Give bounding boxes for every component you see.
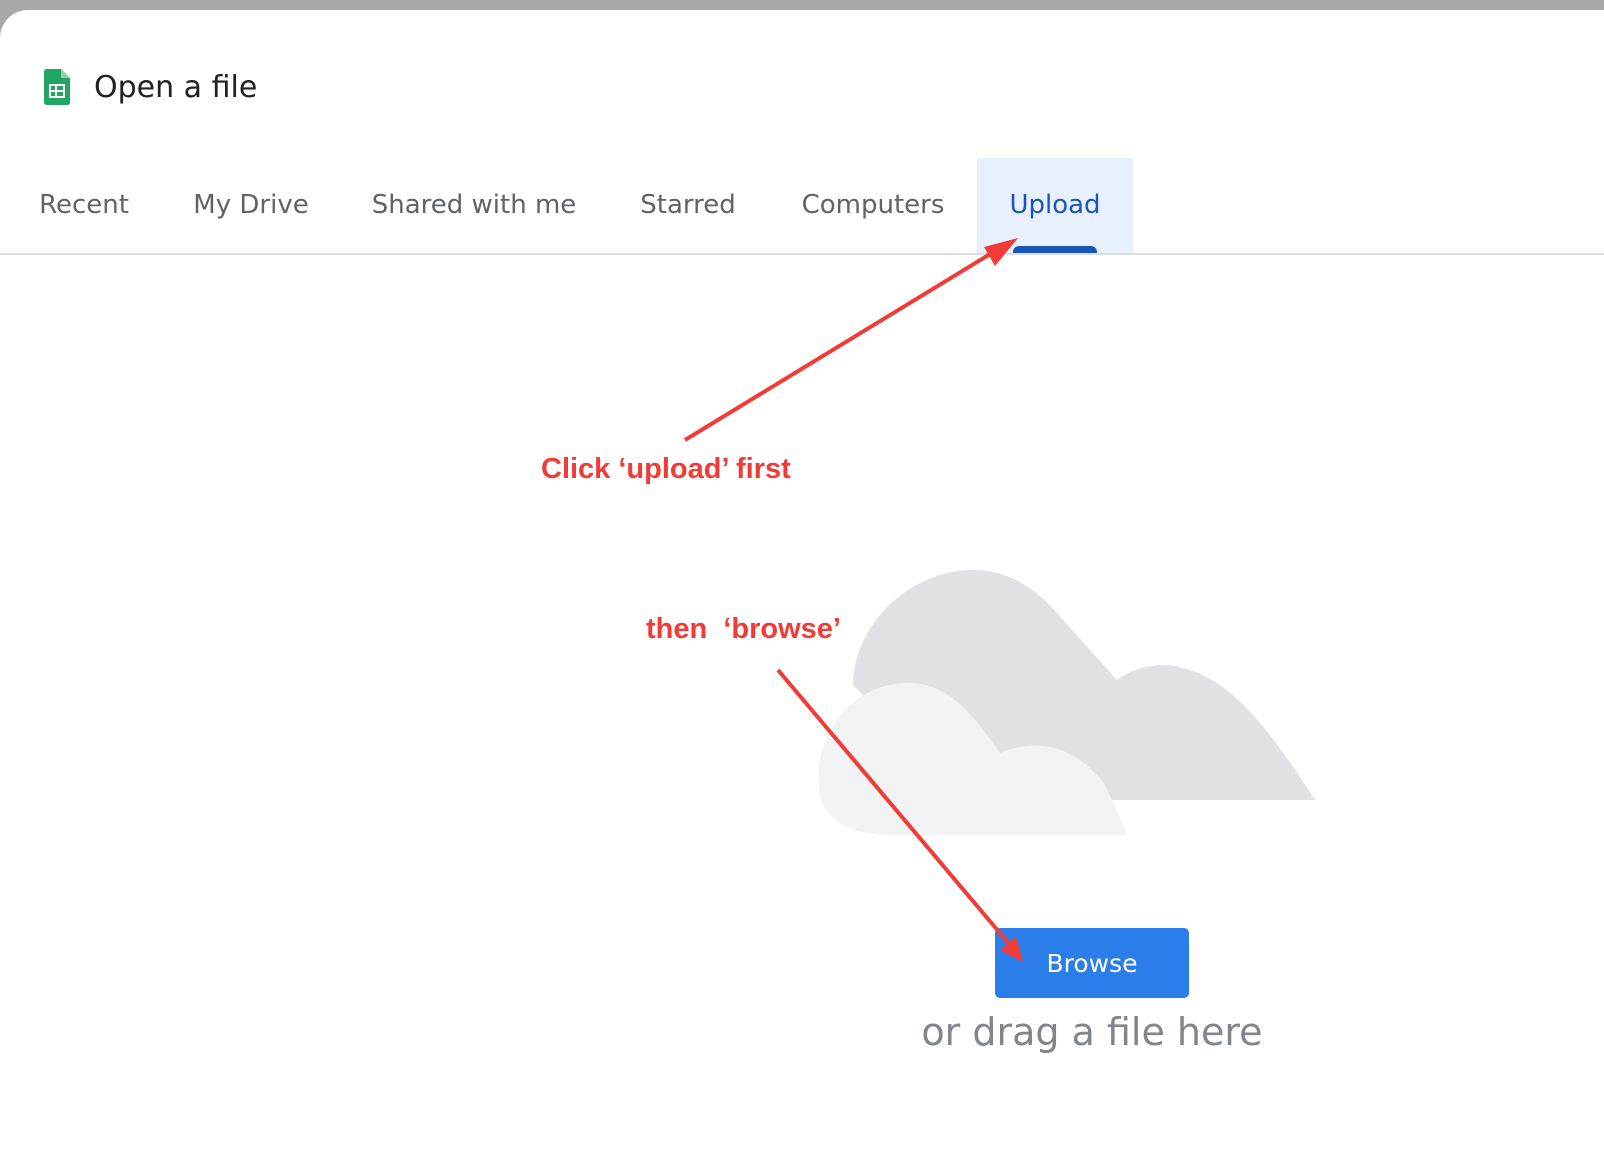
active-tab-indicator [1013,246,1097,253]
drag-drop-hint: or drag a file here [921,1010,1263,1054]
google-sheets-icon [44,69,70,105]
tab-upload[interactable]: Upload [977,158,1133,253]
tab-computers[interactable]: Computers [782,158,964,253]
cloud-illustration [818,570,1315,835]
tab-my-drive[interactable]: My Drive [176,158,326,253]
tab-shared-with-me[interactable]: Shared with me [355,158,593,253]
tab-bar: Recent My Drive Shared with me Starred C… [0,158,1604,253]
annotation-step-1: Click ‘upload’ first [541,453,791,485]
dialog-title: Open a file [94,69,258,105]
browse-button[interactable]: Browse [995,928,1189,998]
tab-starred[interactable]: Starred [622,158,754,253]
dialog-header: Open a file [44,62,257,112]
open-file-dialog: Open a file Recent My Drive Shared with … [0,10,1604,1168]
tab-recent[interactable]: Recent [20,158,148,253]
tab-divider [0,253,1604,255]
annotation-step-2: then ‘browse’ [646,613,841,645]
tab-upload-label: Upload [1009,190,1101,220]
